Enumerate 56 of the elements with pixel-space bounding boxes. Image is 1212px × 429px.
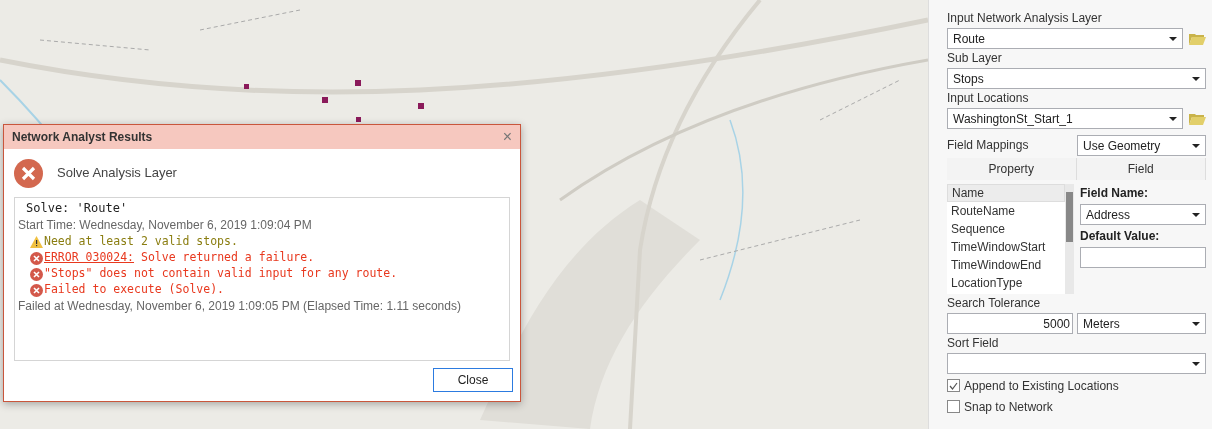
- tolerance-field[interactable]: 5000: [947, 313, 1073, 334]
- field-label: Field Name:: [1080, 185, 1149, 202]
- field-label: Default Value:: [1080, 228, 1161, 245]
- dropdown-caret-icon: [1192, 361, 1200, 366]
- close-dialog-button[interactable]: Close: [433, 368, 513, 392]
- checkbox-label: Append to Existing Locations: [964, 377, 1119, 395]
- property-row[interactable]: LocationType: [947, 274, 1065, 292]
- error-icon: [30, 267, 43, 281]
- checkbox-label: Snap to Network: [964, 398, 1053, 416]
- unit-dropdown[interactable]: Meters: [1077, 313, 1206, 334]
- dialog-title: Network Analyst Results: [12, 129, 153, 146]
- error-message: Failed to execute (Solve).: [44, 281, 224, 299]
- property-row[interactable]: RouteName: [947, 202, 1065, 220]
- folder-icon[interactable]: [1189, 112, 1206, 125]
- error-message: "Stops" does not contain valid input for any route.: [44, 265, 398, 283]
- dropdown-caret-icon: [1169, 36, 1177, 41]
- sort-field-dropdown[interactable]: [947, 353, 1206, 374]
- property-row[interactable]: TimeWindowEnd: [947, 256, 1065, 274]
- dropdown-caret-icon: [1192, 76, 1200, 81]
- error-icon: [30, 283, 43, 297]
- sublayer-dropdown[interactable]: Stops: [947, 68, 1206, 89]
- message-line: Failed at Wednesday, November 6, 2019 1:09:05 PM (Elapsed Time: 1.11 seconds): [18, 298, 462, 315]
- folder-icon[interactable]: [1189, 32, 1206, 45]
- checkmark-icon: [949, 381, 958, 390]
- field-label: Sort Field: [947, 336, 1000, 351]
- checkbox[interactable]: [947, 379, 960, 392]
- message-line: Start Time: Wednesday, November 6, 2019 1:09:04 PM: [18, 217, 313, 234]
- column-header[interactable]: Field: [1076, 158, 1206, 180]
- dropdown-caret-icon: [1192, 143, 1200, 148]
- field-label: Sub Layer: [947, 51, 1003, 66]
- scrollbar[interactable]: [1065, 184, 1074, 294]
- mappings-dropdown[interactable]: Use Geometry: [1077, 135, 1206, 156]
- error-message: Solve returned a failure.: [141, 249, 315, 267]
- property-row[interactable]: Name: [947, 184, 1065, 202]
- default-value-field[interactable]: [1080, 247, 1206, 268]
- field-label: Input Network Analysis Layer: [947, 11, 1103, 26]
- field-name-dropdown[interactable]: Address: [1080, 204, 1206, 225]
- warning-icon: [30, 236, 43, 248]
- dialog-heading: Solve Analysis Layer: [57, 164, 177, 183]
- dropdown-caret-icon: [1169, 116, 1177, 121]
- field-label: Search Tolerance: [947, 296, 1042, 311]
- layer-dropdown[interactable]: Route: [947, 28, 1183, 49]
- field-label: Field Mappings: [947, 138, 1029, 153]
- warning-message: Need at least 2 valid stops.: [44, 233, 238, 251]
- error-icon: [30, 251, 43, 265]
- property-row[interactable]: Sequence: [947, 220, 1065, 238]
- property-row[interactable]: TimeWindowStart: [947, 238, 1065, 256]
- column-header[interactable]: Property: [947, 158, 1077, 180]
- field-label: Input Locations: [947, 91, 1030, 106]
- error-icon: [14, 158, 43, 188]
- error-code-link[interactable]: ERROR 030024:: [44, 249, 134, 267]
- locations-dropdown[interactable]: WashingtonSt_Start_1: [947, 108, 1183, 129]
- command-line: Solve: 'Route': [25, 200, 129, 217]
- dropdown-caret-icon: [1192, 321, 1200, 326]
- checkbox[interactable]: [947, 400, 960, 413]
- dropdown-caret-icon: [1192, 212, 1200, 217]
